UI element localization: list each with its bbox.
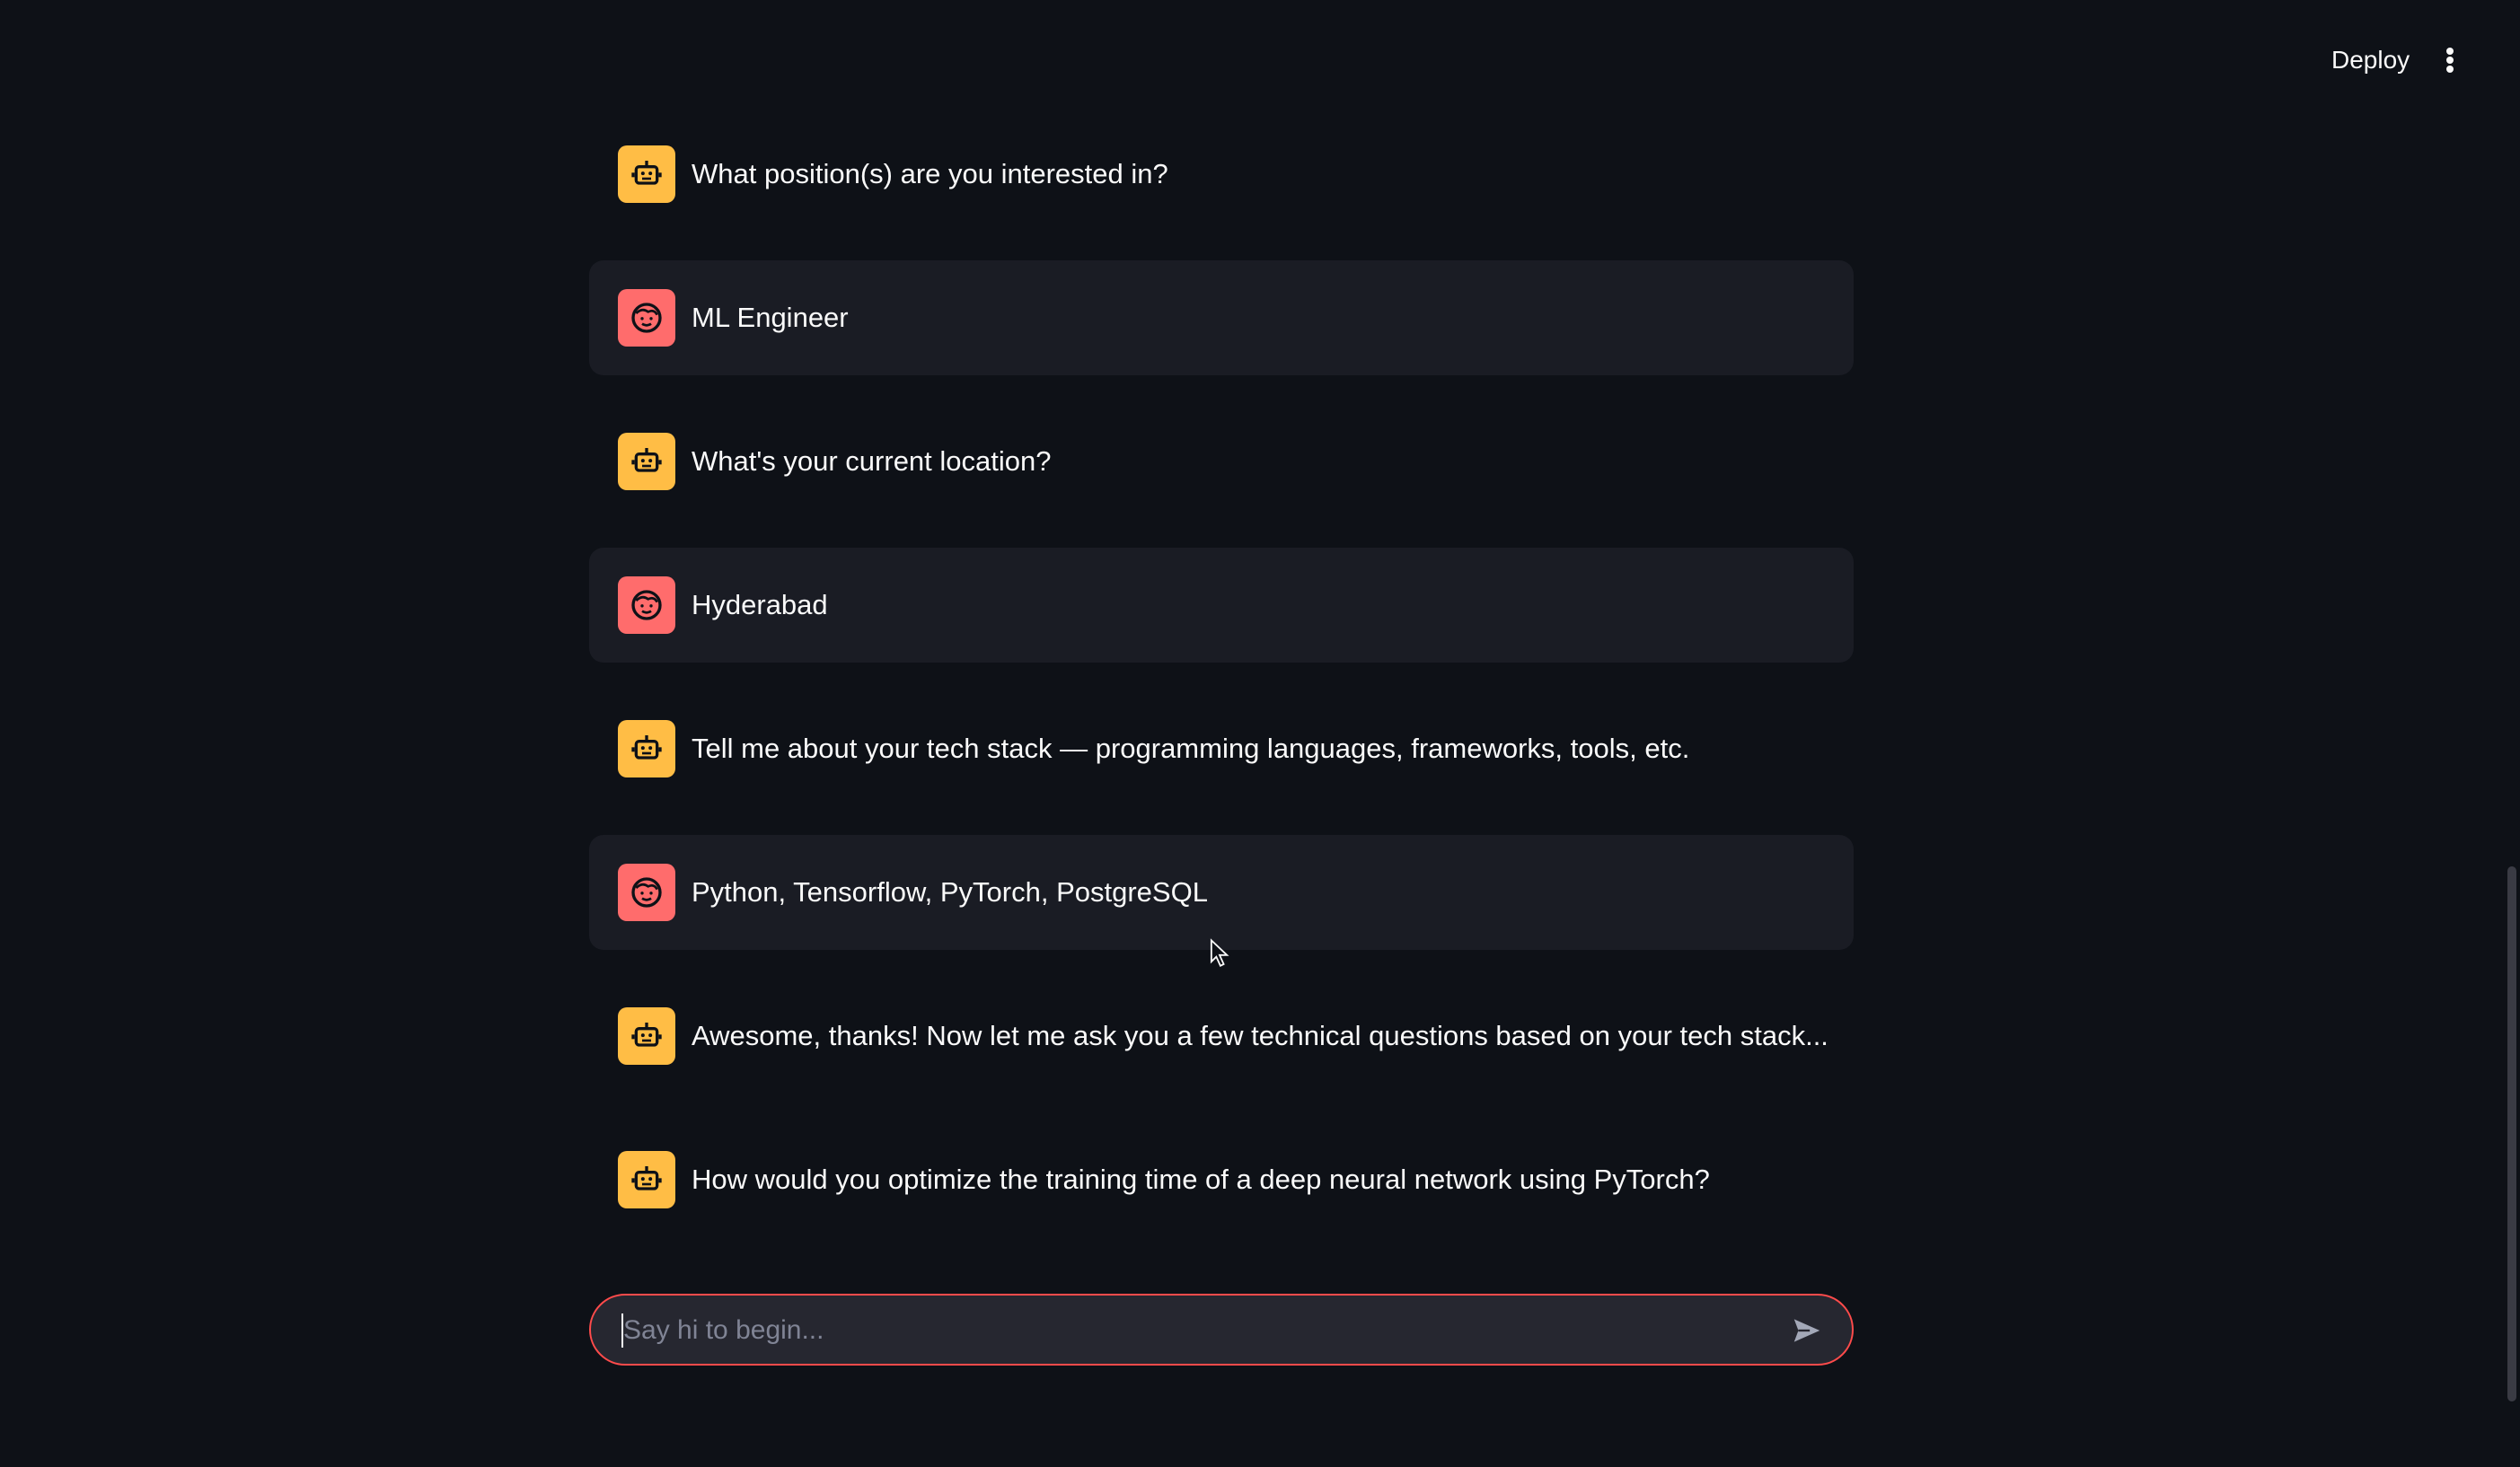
chat-input[interactable] <box>621 1296 1739 1366</box>
chat-message-assistant: How would you optimize the training time… <box>589 1122 1854 1237</box>
text-caret <box>621 1313 623 1348</box>
scrollbar-thumb[interactable] <box>2507 866 2516 1401</box>
chat-message-assistant: What's your current location? <box>589 404 1854 519</box>
chat-message-assistant: What position(s) are you interested in? <box>589 117 1854 232</box>
send-icon <box>1793 1319 1820 1342</box>
chat-message-user: Hyderabad <box>589 548 1854 663</box>
message-text: What position(s) are you interested in? <box>692 158 1168 189</box>
robot-icon <box>618 433 675 490</box>
smiley-face-icon <box>618 864 675 921</box>
smiley-face-icon <box>618 576 675 634</box>
robot-icon <box>618 720 675 777</box>
chat-history: What position(s) are you interested in? … <box>589 117 1854 1266</box>
message-text: What's your current location? <box>692 445 1052 477</box>
mouse-cursor-icon <box>1210 938 1229 967</box>
deploy-button[interactable]: Deploy <box>2308 36 2433 84</box>
message-text: Hyderabad <box>692 589 828 620</box>
message-text: Awesome, thanks! Now let me ask you a fe… <box>692 1020 1828 1051</box>
smiley-face-icon <box>618 289 675 347</box>
message-text: Tell me about your tech stack — programm… <box>692 733 1690 764</box>
robot-icon <box>618 1151 675 1208</box>
send-button[interactable] <box>1789 1313 1825 1348</box>
chat-message-user: ML Engineer <box>589 260 1854 375</box>
chat-message-user: Python, Tensorflow, PyTorch, PostgreSQL <box>589 835 1854 950</box>
top-toolbar: Deploy <box>0 0 2520 117</box>
main-menu-button[interactable] <box>2425 36 2475 84</box>
scrollbar[interactable] <box>2504 0 2520 1467</box>
chat-message-assistant: Awesome, thanks! Now let me ask you a fe… <box>589 979 1854 1094</box>
robot-icon <box>618 1007 675 1065</box>
chat-input-container <box>589 1294 1854 1366</box>
message-text: Python, Tensorflow, PyTorch, PostgreSQL <box>692 876 1208 908</box>
chat-message-assistant: Tell me about your tech stack — programm… <box>589 691 1854 806</box>
app-page: Deploy What position(s) are you interest… <box>0 0 2520 1467</box>
robot-icon <box>618 145 675 203</box>
message-text: ML Engineer <box>692 302 849 333</box>
message-text: How would you optimize the training time… <box>692 1164 1710 1195</box>
